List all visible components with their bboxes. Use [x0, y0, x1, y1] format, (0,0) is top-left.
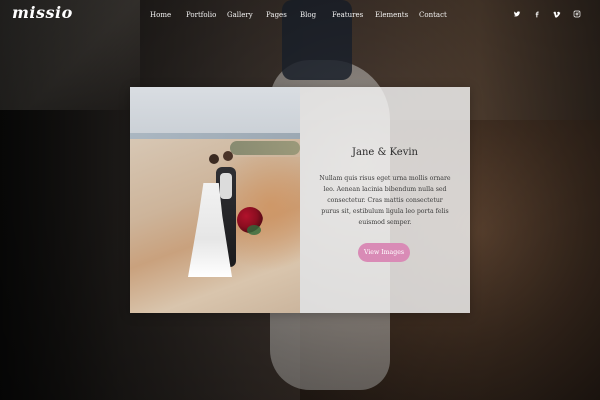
nav-item-portfolio[interactable]: Portfolio	[186, 10, 227, 20]
nav-item-blog[interactable]: Blog	[300, 10, 332, 20]
nav-item-elements[interactable]: Elements	[375, 10, 419, 20]
social-links	[512, 9, 582, 19]
couple-photo	[130, 87, 300, 313]
groom-head	[223, 151, 233, 161]
groom-shirt	[220, 173, 232, 199]
site-logo[interactable]: missio	[12, 3, 73, 22]
card-title: Jane & Kevin	[352, 147, 418, 158]
bride-head	[209, 154, 219, 164]
main-nav: Home Portfolio Gallery Pages Blog Featur…	[150, 10, 447, 20]
photo-grass	[230, 141, 300, 155]
nav-item-home[interactable]: Home	[150, 10, 186, 20]
view-images-button[interactable]: View Images	[358, 243, 410, 262]
instagram-icon[interactable]	[572, 9, 582, 19]
vimeo-icon[interactable]	[552, 9, 562, 19]
card-content: Jane & Kevin Nullam quis risus eget urna…	[300, 87, 470, 313]
card-description: Nullam quis risus eget urna mollis ornar…	[319, 175, 451, 226]
twitter-icon[interactable]	[512, 9, 522, 19]
site-header: missio Home Portfolio Gallery Pages Blog…	[0, 0, 600, 30]
facebook-icon[interactable]	[532, 9, 542, 19]
bouquet	[237, 207, 263, 235]
nav-item-features[interactable]: Features	[332, 10, 375, 20]
nav-item-gallery[interactable]: Gallery	[227, 10, 266, 20]
nav-item-pages[interactable]: Pages	[266, 10, 300, 20]
feature-card: Jane & Kevin Nullam quis risus eget urna…	[130, 87, 470, 313]
nav-item-contact[interactable]: Contact	[419, 10, 447, 20]
